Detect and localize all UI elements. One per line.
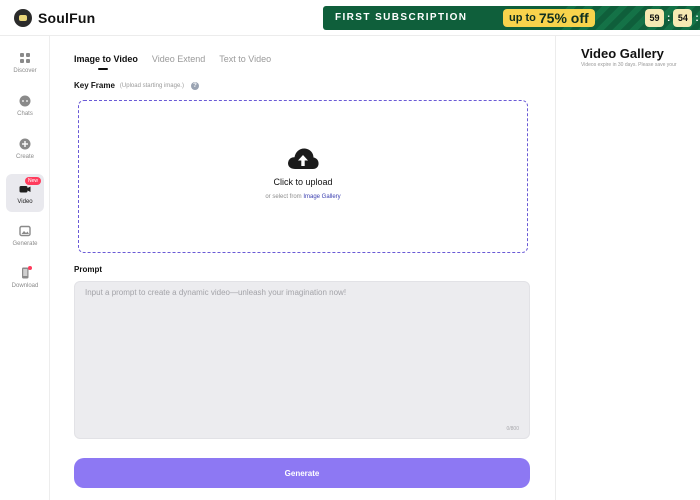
prompt-label: Prompt [74,265,102,274]
upload-subtext: or select from Image Gallery [79,194,527,200]
upload-title: Click to upload [273,177,333,187]
sidebar-item-download[interactable]: Download [6,258,44,296]
notification-dot [28,266,32,270]
sidebar-item-label: Discover [13,67,37,74]
sidebar-item-label: Chats [17,110,33,117]
promo-offer-badge: up to 75% off [503,9,595,27]
app-name: SoulFun [38,10,96,26]
prompt-char-counter: 0/800 [506,426,519,432]
timer-hours: 59 [645,9,664,27]
video-gallery-panel: Video Gallery Videos expire in 30 days. … [555,36,700,500]
promo-banner[interactable]: FIRST SUBSCRIPTION up to 75% off 59 : 54… [323,6,700,30]
chat-bubble-icon [19,95,31,106]
sidebar-item-label: Download [11,282,39,289]
sidebar-item-discover[interactable]: Discover [6,43,44,81]
countdown-timer: 59 : 54 : 76 [645,9,700,27]
sidebar-item-video[interactable]: New Video [6,174,44,212]
key-frame-header: Key Frame (Upload starting image.) ? [74,81,199,90]
upload-content: Click to upload or select from Image Gal… [79,145,527,200]
sidebar-item-label: Create [15,153,34,160]
timer-separator: : [667,12,671,24]
image-icon [19,225,31,236]
upload-sub-prefix: or select from [265,194,302,200]
question-circle-icon[interactable]: ? [190,81,199,90]
new-badge: New [24,177,41,185]
timer-minutes: 54 [673,9,693,27]
tab-text-to-video[interactable]: Text to Video [219,54,271,70]
sidebar-item-create[interactable]: Create [6,129,44,167]
main-panel: Image to Video Video Extend Text to Vide… [50,36,555,500]
tab-video-extend[interactable]: Video Extend [152,54,205,70]
upload-dropzone[interactable]: Click to upload or select from Image Gal… [78,100,528,253]
gallery-subtitle: Videos expire in 30 days. Please save yo… [581,62,677,68]
gallery-title: Video Gallery [581,46,664,61]
tab-image-to-video[interactable]: Image to Video [74,54,138,70]
mode-tabs: Image to Video Video Extend Text to Vide… [74,54,271,70]
promo-offer-prefix: up to [509,12,536,24]
sidebar-item-chats[interactable]: Chats [6,86,44,124]
promo-title: FIRST SUBSCRIPTION [335,12,468,23]
sidebar-item-generate[interactable]: Generate [6,216,44,254]
generate-button[interactable]: Generate [74,458,530,488]
prompt-input[interactable] [75,282,529,438]
sidebar: Discover Chats Create New Video Generate… [0,36,50,500]
cloud-upload-icon [288,148,319,169]
soulfun-logo-icon [14,9,32,27]
timer-separator: : [695,12,699,24]
image-gallery-link[interactable]: Image Gallery [303,194,340,200]
key-frame-title: Key Frame [74,81,115,90]
logo[interactable]: SoulFun [14,9,95,27]
prompt-container: 0/800 [74,281,530,439]
sidebar-item-label: Generate [12,240,38,247]
top-bar: SoulFun FIRST SUBSCRIPTION up to 75% off… [0,0,700,36]
sidebar-item-label: Video [17,198,33,205]
promo-offer-value: 75% off [538,10,589,26]
key-frame-hint: (Upload starting image.) [119,82,184,89]
grid-icon [20,52,30,63]
plus-circle-icon [19,138,31,149]
